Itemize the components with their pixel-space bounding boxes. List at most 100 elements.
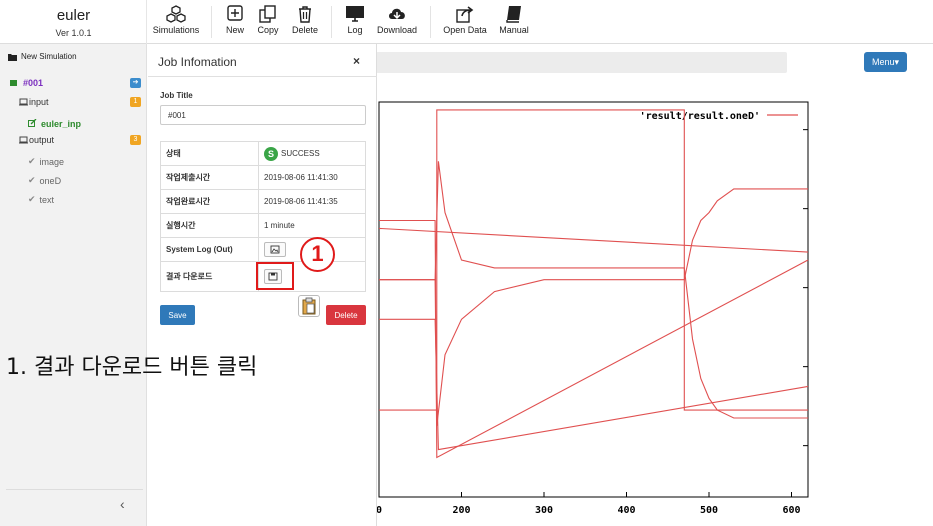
panel-title: Job Infomation <box>158 55 237 69</box>
system-log-button[interactable] <box>264 242 286 257</box>
laptop-icon <box>19 98 28 105</box>
job-title-label: Job Title <box>160 91 193 100</box>
plot-frame <box>378 101 809 498</box>
copy-button[interactable]: Copy <box>254 5 282 39</box>
input-count-badge: 1 <box>130 96 141 107</box>
toolbar-divider <box>211 6 212 38</box>
toolbar-label: Open Data <box>443 25 487 35</box>
cloud-download-icon <box>389 8 405 20</box>
job-label: #001 <box>23 77 44 88</box>
highlight-box <box>256 262 294 290</box>
series-line-6 <box>379 219 809 459</box>
step-number-marker: 1 <box>300 237 335 272</box>
output-item-image[interactable]: ✔ image <box>0 152 147 171</box>
copy-icon <box>259 5 276 23</box>
input-file-label: euler_inp <box>41 118 82 129</box>
delete-button[interactable]: Delete <box>326 305 366 325</box>
path-bar <box>376 52 787 73</box>
collapse-sidebar-icon[interactable]: ‹ <box>120 496 125 512</box>
image-icon <box>270 245 280 254</box>
save-button[interactable]: Save <box>160 305 195 325</box>
table-row: 작업완료시간 2019-08-06 11:41:35 <box>160 189 366 214</box>
job-item[interactable]: #001 ➔ <box>0 73 147 92</box>
series-line-2 <box>378 227 809 253</box>
output-item-label: oneD <box>39 175 62 186</box>
job-title-input[interactable] <box>160 105 366 125</box>
arrow-right-icon[interactable]: ➔ <box>130 77 141 88</box>
close-icon[interactable]: × <box>353 54 360 68</box>
output-item-text[interactable]: ✔ text <box>0 190 147 209</box>
toolbar-divider <box>331 6 332 38</box>
simulations-button[interactable]: Simulations <box>153 5 199 39</box>
instruction-text: 1. 결과 다운로드 버튼 클릭 <box>6 355 258 380</box>
run-time-key: 실행시간 <box>160 213 259 238</box>
series-line-4 <box>379 161 808 419</box>
result-download-key: 결과 다운로드 <box>160 261 259 292</box>
toolbar-label: New <box>225 25 244 35</box>
brand: euler Ver 1.0.1 <box>0 0 147 44</box>
chart-svg: 0 200 300 400 500 600 'result/result.oneD' <box>377 101 809 516</box>
output-item-label: image <box>39 156 65 167</box>
x-tick-label: 400 <box>617 505 635 516</box>
table-row: 실행시간 1 minute <box>160 213 366 238</box>
check-icon: ✔ <box>28 156 36 166</box>
top-toolbar: euler Ver 1.0.1 Simulations New Copy Del… <box>0 0 933 44</box>
table-row: 작업제출시간 2019-08-06 11:41:30 <box>160 165 366 190</box>
output-item-oned[interactable]: ✔ oneD <box>0 171 147 190</box>
table-row: 상태 S SUCCESS <box>160 141 366 166</box>
input-folder[interactable]: input 1 <box>0 92 147 111</box>
sidebar-divider <box>6 489 143 490</box>
new-simulation-label: New Simulation <box>21 52 77 61</box>
delete-toolbar-button[interactable]: Delete <box>289 5 321 39</box>
check-icon: ✔ <box>28 194 36 204</box>
folder-icon <box>8 53 17 61</box>
toolbar-label: Delete <box>291 25 318 35</box>
output-count-badge: 3 <box>130 134 141 145</box>
toolbar-label: Manual <box>499 25 529 35</box>
toolbar-divider <box>430 6 431 38</box>
finish-time-key: 작업완료시간 <box>160 189 259 214</box>
new-button[interactable]: New <box>222 5 248 39</box>
app-version: Ver 1.0.1 <box>55 28 92 38</box>
cubes-icon <box>166 5 186 23</box>
edit-icon <box>28 119 37 127</box>
simulation-sidebar: New Simulation #001 ➔ input 1 euler_inp … <box>0 44 147 526</box>
finish-time-value: 2019-08-06 11:41:35 <box>258 189 366 214</box>
input-label: input <box>29 96 49 107</box>
success-icon: S <box>264 146 278 161</box>
share-icon <box>456 6 474 23</box>
x-tick-label: 200 <box>452 505 470 516</box>
table-row: System Log (Out) <box>160 237 366 262</box>
laptop-icon <box>19 136 28 143</box>
run-time-value: 1 minute <box>258 213 366 238</box>
system-log-key: System Log (Out) <box>160 237 259 262</box>
panel-header: Job Infomation × <box>148 44 377 77</box>
new-simulation-item[interactable]: New Simulation <box>8 52 77 61</box>
x-tick-label: 500 <box>700 505 718 516</box>
status-text: SUCCESS <box>281 148 320 158</box>
menu-button[interactable]: Menu▾ <box>864 52 907 72</box>
output-label: output <box>29 134 55 145</box>
series-line-5 <box>379 318 809 451</box>
result-chart: 0 200 300 400 500 600 'result/result.oneD' <box>377 90 933 526</box>
output-item-label: text <box>39 194 55 205</box>
manual-button[interactable]: Manual <box>497 5 531 39</box>
output-folder[interactable]: output 3 <box>0 130 147 149</box>
x-tick-label: 0 <box>377 505 382 516</box>
toolbar-label: Simulations <box>152 25 200 35</box>
download-button[interactable]: Download <box>376 5 418 39</box>
book-icon <box>506 6 521 23</box>
series-line-3 <box>379 188 808 426</box>
clipboard-icon <box>302 297 316 315</box>
submit-time-key: 작업제출시간 <box>160 165 259 190</box>
status-key: 상태 <box>160 141 259 166</box>
x-tick-label: 300 <box>535 505 553 516</box>
app-name: euler <box>56 7 91 24</box>
plus-square-icon <box>227 5 243 21</box>
monitor-icon <box>346 6 364 22</box>
open-data-button[interactable]: Open Data <box>442 5 488 39</box>
log-button[interactable]: Log <box>342 5 368 39</box>
submit-time-value: 2019-08-06 11:41:30 <box>258 165 366 190</box>
toolbar-label: Copy <box>257 25 279 35</box>
clipboard-button[interactable] <box>298 295 320 317</box>
